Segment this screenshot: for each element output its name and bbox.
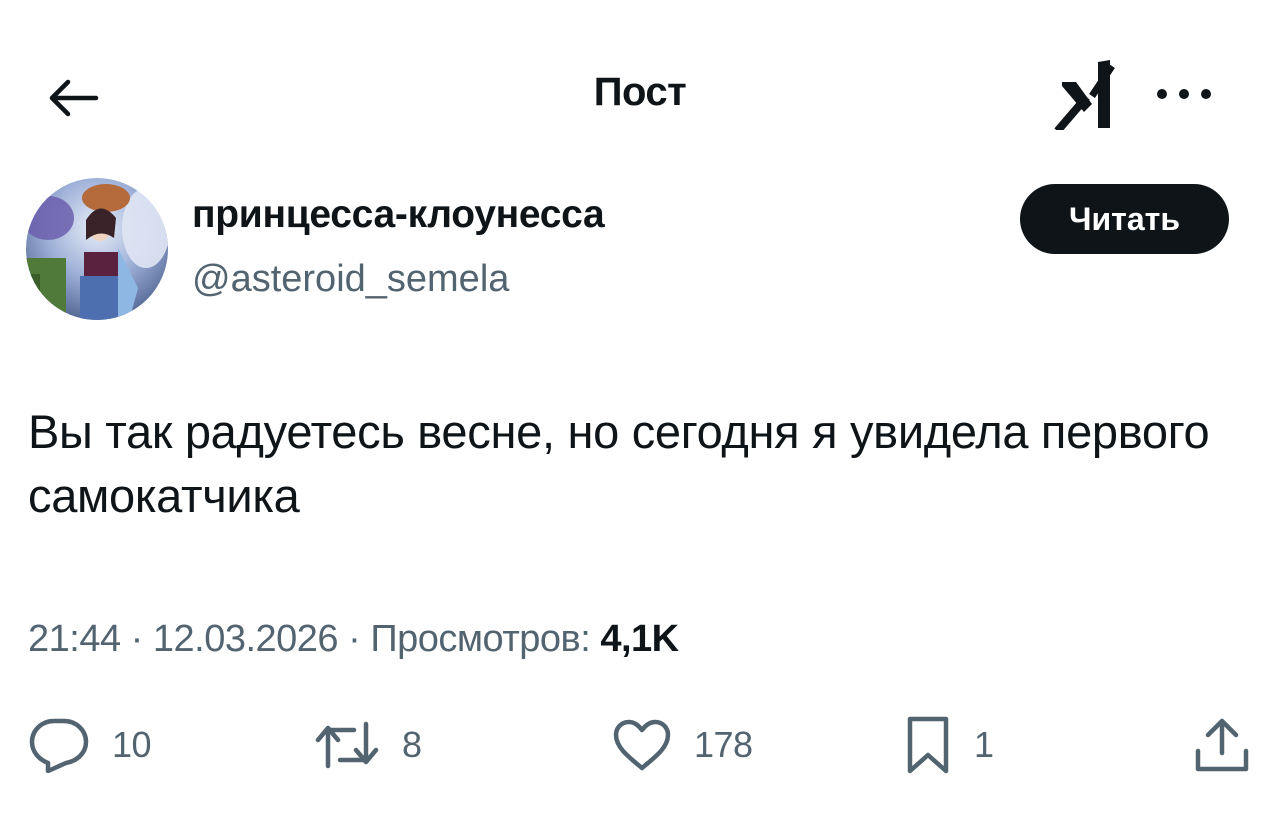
bookmark-icon — [907, 716, 949, 774]
reply-count: 10 — [112, 724, 152, 765]
like-count: 178 — [694, 724, 753, 765]
follow-button[interactable]: Читать — [1020, 184, 1229, 254]
share-icon — [1195, 718, 1249, 772]
more-button[interactable] — [1148, 70, 1220, 118]
retweet-icon — [315, 721, 379, 769]
author-display-name[interactable]: принцесса-клоунесса — [192, 193, 605, 237]
post-text: Вы так радуетесь весне, но сегодня я уви… — [28, 405, 1210, 522]
bookmark-button[interactable]: 1 — [904, 710, 994, 780]
bookmark-count: 1 — [974, 724, 994, 765]
heart-icon — [613, 719, 671, 771]
reply-button[interactable]: 10 — [28, 710, 152, 780]
post-date[interactable]: 12.03.2026 — [153, 618, 339, 660]
meta-separator: · — [120, 618, 153, 660]
views-label: Просмотров: — [370, 618, 601, 660]
post-time[interactable]: 21:44 — [28, 618, 121, 660]
like-button[interactable]: 178 — [612, 710, 753, 780]
more-dots-icon — [1157, 89, 1211, 99]
views-count: 4,1K — [600, 618, 679, 660]
reply-icon — [29, 718, 89, 773]
avatar[interactable] — [26, 178, 168, 320]
meta-separator: · — [338, 618, 371, 660]
post-meta: 21:44 · 12.03.2026 · Просмотров: 4,1K — [28, 618, 679, 661]
retweet-button[interactable]: 8 — [314, 710, 422, 780]
author-handle[interactable]: @asteroid_semela — [192, 258, 509, 301]
x-logo-icon — [1054, 58, 1124, 134]
share-button[interactable] — [1192, 710, 1252, 780]
retweet-count: 8 — [402, 724, 422, 765]
